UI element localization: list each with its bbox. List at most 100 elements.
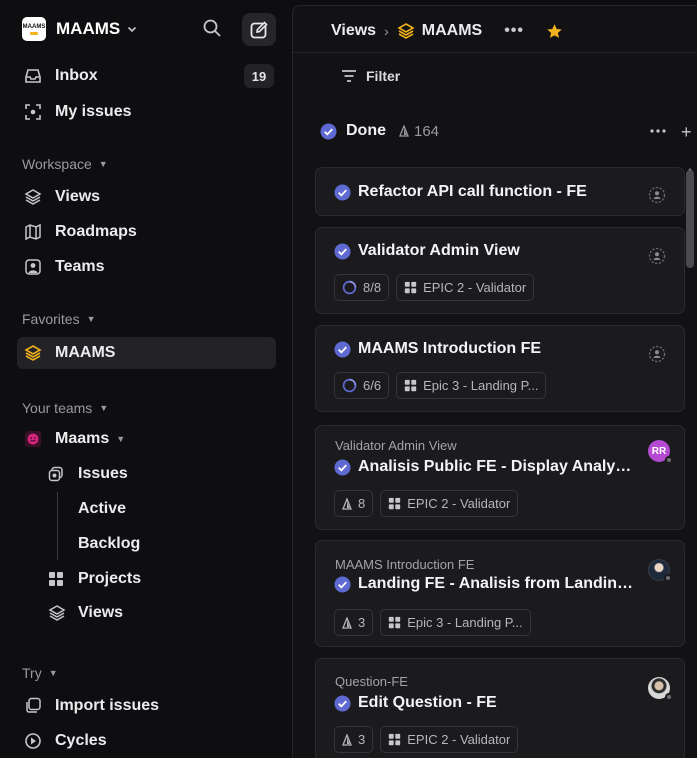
sidebar-item-views[interactable]: Views — [24, 186, 100, 208]
avatar[interactable] — [648, 677, 673, 701]
card-title-row: Analisis Public FE - Display Analysis... — [334, 458, 638, 476]
team-item-issues[interactable]: Issues — [48, 463, 128, 485]
issue-card[interactable]: Validator Admin View 8/8 EPIC 2 - Valida… — [315, 227, 685, 314]
unassigned-icon[interactable] — [648, 345, 666, 363]
team-item-maams[interactable]: Maams ▼ — [24, 428, 125, 450]
team-item-projects[interactable]: Projects — [48, 568, 141, 590]
column-scrollbar[interactable] — [686, 170, 694, 268]
workspace-switcher[interactable]: MAAMS MAAMS — [22, 17, 138, 41]
new-issue-button[interactable] — [242, 13, 276, 46]
estimate-chip[interactable]: 8 — [334, 490, 374, 517]
estimate-icon — [342, 733, 352, 746]
estimate-chip[interactable]: 3 — [334, 609, 374, 636]
card-chips: 3 Epic 3 - Landing P... — [334, 609, 531, 636]
target-icon — [24, 103, 42, 121]
inbox-count-badge: 19 — [244, 64, 274, 88]
column-header-done[interactable]: Done 164 — [320, 122, 439, 140]
epic-chip[interactable]: EPIC 2 - Validator — [380, 726, 519, 753]
check-circle-icon — [334, 694, 351, 712]
star-icon[interactable] — [546, 23, 563, 40]
epic-chip[interactable]: EPIC 2 - Validator — [380, 490, 519, 517]
favorite-item-maams[interactable]: MAAMS — [24, 342, 115, 364]
inbox-icon — [24, 67, 42, 85]
sidebar-item-teams[interactable]: Teams — [24, 256, 105, 278]
person-icon — [24, 258, 42, 276]
layers-icon — [24, 344, 42, 362]
subissue-progress-chip[interactable]: 6/6 — [334, 372, 390, 399]
unassigned-icon[interactable] — [648, 186, 666, 204]
progress-value: 8/8 — [363, 280, 382, 295]
avatar-initials: RR — [651, 445, 667, 457]
epic-label: EPIC 2 - Validator — [407, 732, 511, 747]
section-your-teams[interactable]: Your teams ▼ — [22, 400, 108, 416]
estimate-value: 3 — [358, 615, 366, 630]
check-circle-icon — [320, 122, 337, 140]
filter-label: Filter — [366, 68, 401, 84]
parent-issue-label[interactable]: Question-FE — [335, 674, 408, 689]
sidebar: MAAMS MAAMS Inbox 19 My issues Workspace… — [0, 0, 292, 758]
estimate-icon — [399, 125, 409, 137]
epic-chip[interactable]: Epic 3 - Landing P... — [380, 609, 531, 636]
sidebar-item-import-issues[interactable]: Import issues — [24, 695, 159, 717]
sidebar-item-label: My issues — [55, 103, 132, 120]
avatar[interactable]: RR — [648, 440, 673, 464]
column-count: 164 — [399, 123, 439, 140]
tree-guide-line — [57, 492, 58, 560]
more-options-button[interactable]: ••• — [504, 22, 524, 40]
subissue-progress-chip[interactable]: 8/8 — [334, 274, 390, 301]
issue-card[interactable]: MAAMS Introduction FE Landing FE - Anali… — [315, 540, 685, 647]
column-count-value: 164 — [414, 122, 440, 140]
sidebar-item-label: Maams — [55, 430, 110, 447]
breadcrumb: Views › MAAMS ••• — [331, 20, 563, 42]
epic-label: EPIC 2 - Validator — [407, 496, 511, 511]
column-more-button[interactable] — [649, 122, 667, 140]
card-title: MAAMS Introduction FE — [358, 340, 542, 357]
sidebar-item-cycles[interactable]: Cycles — [24, 730, 107, 752]
caret-down-icon: ▼ — [86, 314, 96, 324]
check-circle-icon — [334, 242, 351, 260]
sidebar-item-my-issues[interactable]: My issues — [24, 101, 131, 123]
estimate-icon — [342, 497, 352, 510]
search-icon[interactable] — [202, 18, 222, 38]
team-item-active[interactable]: Active — [78, 498, 126, 520]
check-circle-icon — [334, 340, 351, 358]
sidebar-item-label: MAAMS — [55, 344, 116, 361]
section-label: Your teams — [22, 400, 93, 416]
team-item-backlog[interactable]: Backlog — [78, 533, 140, 555]
card-title-row: Landing FE - Analisis from Landing... — [334, 575, 638, 593]
column-add-button[interactable]: + — [681, 122, 692, 143]
team-item-views[interactable]: Views — [48, 602, 123, 624]
sidebar-item-roadmaps[interactable]: Roadmaps — [24, 221, 137, 243]
avatar[interactable] — [648, 559, 672, 582]
issue-card[interactable]: MAAMS Introduction FE 6/6 Epic 3 - Landi… — [315, 325, 685, 412]
progress-value: 6/6 — [363, 378, 382, 393]
section-try[interactable]: Try ▼ — [22, 665, 58, 681]
issue-card[interactable]: Refactor API call function - FE — [315, 167, 685, 216]
breadcrumb-views[interactable]: Views — [331, 22, 376, 40]
check-circle-icon — [334, 458, 351, 476]
estimate-chip[interactable]: 3 — [334, 726, 374, 753]
sidebar-item-label: Projects — [78, 570, 142, 587]
epic-chip[interactable]: Epic 3 - Landing P... — [396, 372, 547, 399]
unassigned-icon[interactable] — [648, 247, 666, 265]
caret-down-icon: ▼ — [116, 434, 126, 444]
issue-card[interactable]: Validator Admin View Analisis Public FE … — [315, 425, 685, 530]
breadcrumb-project[interactable]: MAAMS — [397, 22, 482, 40]
issue-card[interactable]: Question-FE Edit Question - FE 3 EPIC 2 … — [315, 658, 685, 758]
section-workspace[interactable]: Workspace ▼ — [22, 156, 108, 172]
sidebar-item-inbox[interactable]: Inbox — [24, 65, 98, 87]
section-favorites[interactable]: Favorites ▼ — [22, 311, 96, 327]
parent-issue-label[interactable]: Validator Admin View — [335, 438, 457, 453]
sidebar-item-label: Views — [78, 604, 124, 621]
card-title-row: Validator Admin View — [334, 242, 520, 260]
map-icon — [24, 223, 42, 241]
grid-icon — [48, 571, 66, 587]
estimate-value: 8 — [358, 496, 366, 511]
sidebar-item-label: Cycles — [55, 732, 107, 749]
epic-chip[interactable]: EPIC 2 - Validator — [396, 274, 535, 301]
parent-issue-label[interactable]: MAAMS Introduction FE — [335, 557, 474, 572]
card-title: Analisis Public FE - Display Analysis... — [358, 458, 638, 475]
progress-ring-icon — [342, 280, 357, 295]
estimate-value: 3 — [358, 732, 366, 747]
filter-button[interactable]: Filter — [341, 68, 400, 84]
